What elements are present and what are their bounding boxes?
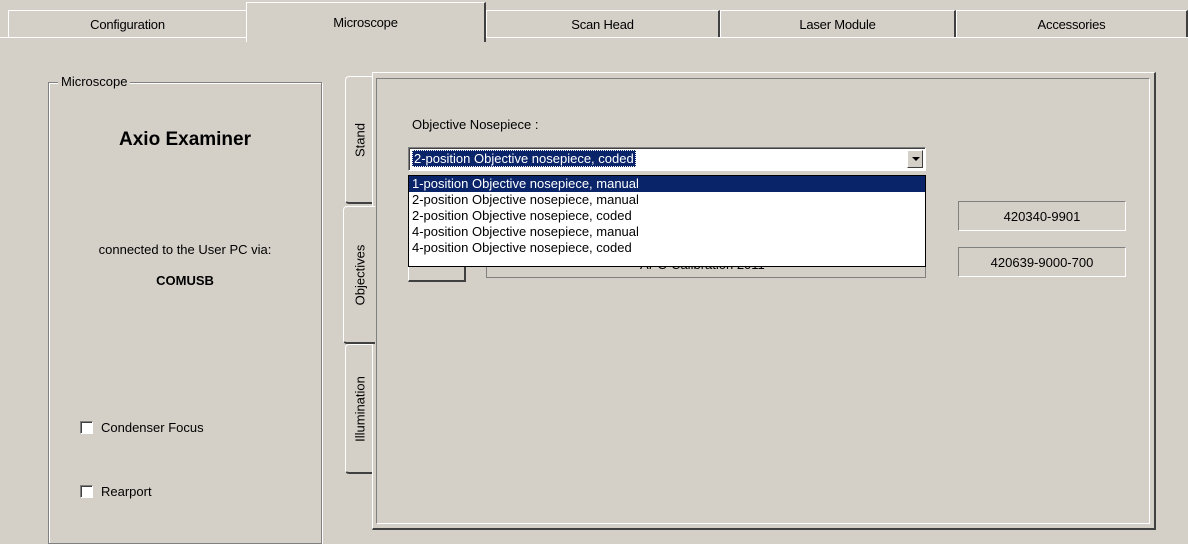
connection-port: COMUSB xyxy=(156,273,214,288)
microscope-groupbox xyxy=(48,82,322,544)
tab-label: Configuration xyxy=(90,17,165,32)
part-number: 420340-9901 xyxy=(1003,208,1081,224)
part-number-box: 420340-9901 xyxy=(958,201,1126,231)
checkbox-label: Condenser Focus xyxy=(101,420,204,435)
tab-microscope[interactable]: Microscope xyxy=(246,2,486,42)
tab-label: Laser Module xyxy=(799,17,876,32)
top-tab-strip: Configuration Microscope Scan Head Laser… xyxy=(0,0,1188,42)
tab-label: Illumination xyxy=(352,375,367,442)
nosepiece-label: Objective Nosepiece : xyxy=(412,117,539,132)
tab-label: Accessories xyxy=(1037,17,1106,32)
tab-label: Stand xyxy=(352,122,367,157)
dropdown-option[interactable]: 1-position Objective nosepiece, manual xyxy=(409,176,925,192)
tab-accessories[interactable]: Accessories xyxy=(956,10,1188,38)
dropdown-option[interactable]: 4-position Objective nosepiece, manual xyxy=(409,224,925,240)
tab-divider xyxy=(0,37,1188,38)
objectives-panel-inner xyxy=(376,78,1150,524)
tab-scan-head[interactable]: Scan Head xyxy=(486,10,720,38)
dropdown-option[interactable]: 2-position Objective nosepiece, coded xyxy=(409,208,925,224)
tab-laser-module[interactable]: Laser Module xyxy=(720,10,956,38)
part-number-box: 420639-9000-700 xyxy=(958,247,1126,277)
rearport-checkbox[interactable]: Rearport xyxy=(80,484,152,499)
combobox-value: 2-position Objective nosepiece, coded xyxy=(412,150,636,167)
tab-label: Microscope xyxy=(333,15,398,30)
chevron-down-icon[interactable] xyxy=(907,150,923,168)
microscope-model: Axio Examiner xyxy=(119,129,251,150)
dropdown-option[interactable]: 2-position Objective nosepiece, manual xyxy=(409,192,925,208)
part-number: 420639-9000-700 xyxy=(990,254,1094,270)
tab-objectives[interactable]: Objectives xyxy=(343,206,375,344)
tab-stand[interactable]: Stand xyxy=(345,76,373,204)
microscope-group-legend: Microscope xyxy=(58,74,131,89)
tab-label: Scan Head xyxy=(571,17,634,32)
checkbox-box[interactable] xyxy=(80,421,93,434)
condenser-focus-checkbox[interactable]: Condenser Focus xyxy=(80,420,204,435)
nosepiece-combobox[interactable]: 2-position Objective nosepiece, coded xyxy=(408,147,926,171)
tab-illumination[interactable]: Illumination xyxy=(345,344,373,474)
tab-label: Objectives xyxy=(352,244,367,305)
nosepiece-dropdown-list[interactable]: 1-position Objective nosepiece, manual 2… xyxy=(408,175,926,267)
checkbox-label: Rearport xyxy=(101,484,152,499)
dropdown-option[interactable]: 4-position Objective nosepiece, coded xyxy=(409,240,925,256)
checkbox-box[interactable] xyxy=(80,485,93,498)
connection-label: connected to the User PC via: xyxy=(98,242,272,257)
tab-configuration[interactable]: Configuration xyxy=(8,10,248,38)
